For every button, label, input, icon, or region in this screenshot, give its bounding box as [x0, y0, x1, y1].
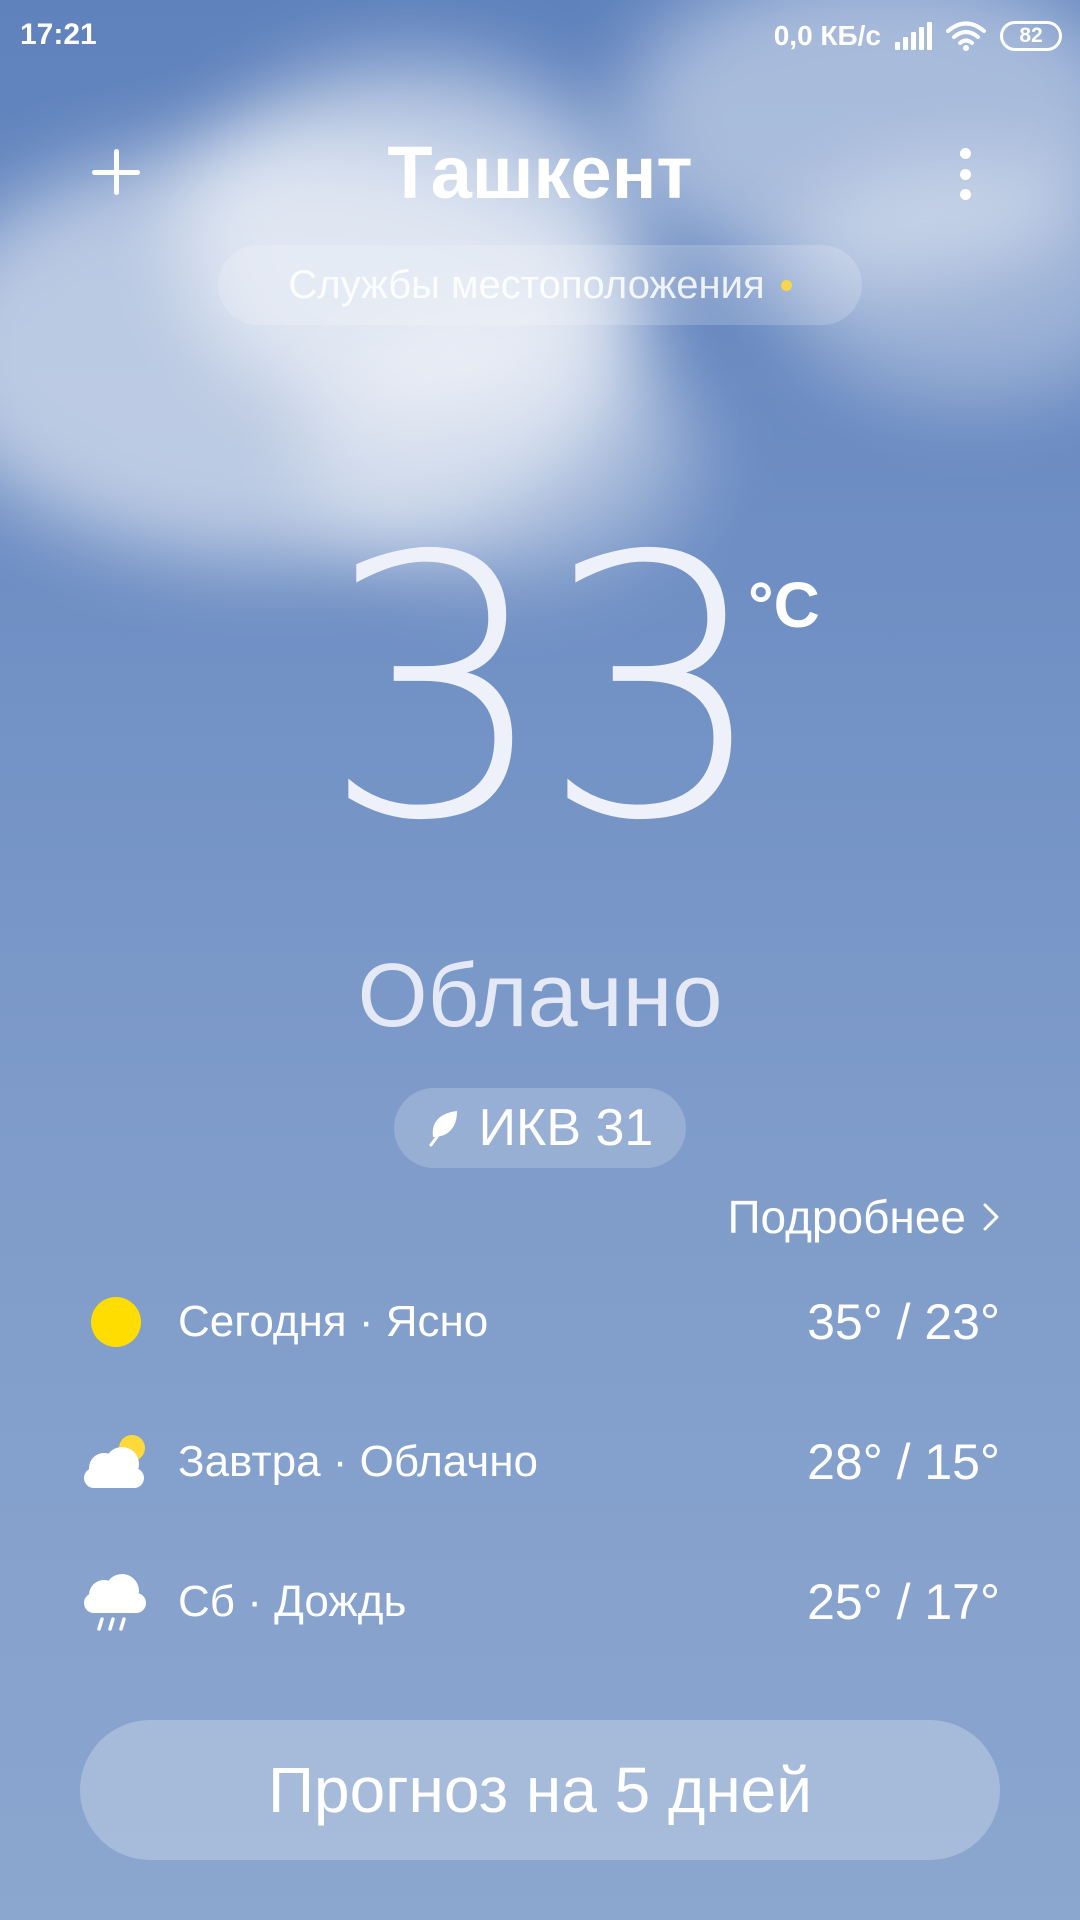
leaf-icon [427, 1109, 461, 1147]
forecast-temp-range: 25° / 17° [807, 1574, 1000, 1630]
status-time: 17:21 [20, 18, 97, 51]
status-bar: 17:21 0,0 КБ/с 82 [0, 0, 1080, 70]
temperature-unit: °C [748, 569, 820, 641]
air-quality-label: ИКВ 31 [478, 1099, 654, 1157]
current-condition: Облачно [357, 946, 723, 1046]
battery-icon: 82 [1000, 21, 1062, 51]
five-day-forecast-label: Прогноз на 5 дней [268, 1754, 812, 1826]
forecast-day-condition: Завтра · Облачно [178, 1437, 538, 1486]
location-status-dot [780, 279, 792, 291]
forecast-row-saturday[interactable]: Сб · Дождь 25° / 17° [80, 1562, 1000, 1642]
five-day-forecast-button[interactable]: Прогноз на 5 дней [80, 1720, 1000, 1860]
battery-level: 82 [1019, 24, 1043, 47]
forecast-day-condition: Сб · Дождь [178, 1577, 407, 1626]
details-link[interactable]: Подробнее [727, 1190, 1000, 1244]
chevron-right-icon [982, 1202, 1000, 1232]
location-services-label: Службы местоположения [288, 262, 765, 307]
partly-cloudy-icon [80, 1426, 152, 1498]
location-services-pill[interactable]: Службы местоположения [218, 245, 862, 325]
air-quality-pill[interactable]: ИКВ 31 [394, 1088, 686, 1168]
forecast-temp-range: 28° / 15° [807, 1434, 1000, 1490]
forecast-day-condition: Сегодня · Ясно [178, 1297, 489, 1346]
current-temperature: 33 [320, 480, 769, 899]
more-vertical-icon [959, 148, 971, 159]
sun-icon [80, 1286, 152, 1358]
rain-icon [80, 1566, 152, 1638]
wifi-icon [946, 21, 986, 51]
network-speed: 0,0 КБ/с [773, 20, 881, 51]
forecast-row-today[interactable]: Сегодня · Ясно 35° / 23° [80, 1282, 1000, 1362]
signal-icon [895, 22, 932, 50]
more-options-button[interactable] [950, 148, 980, 200]
forecast-row-tomorrow[interactable]: Завтра · Облачно 28° / 15° [80, 1422, 1000, 1502]
city-title: Ташкент [387, 131, 693, 214]
forecast-temp-range: 35° / 23° [807, 1294, 1000, 1350]
details-label: Подробнее [727, 1191, 966, 1243]
